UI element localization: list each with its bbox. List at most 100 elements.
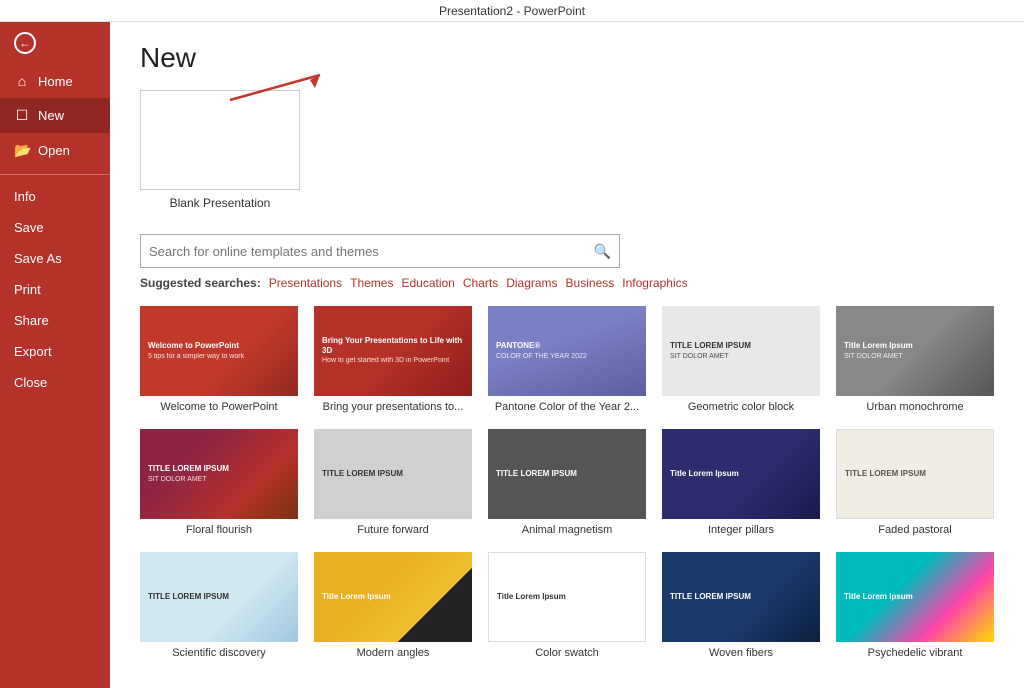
search-icon: 🔍: [594, 243, 611, 260]
template-text-top-welcome: Welcome to PowerPoint: [148, 341, 239, 351]
template-text-sub-pantone: COLOR OF THE YEAR 2022: [496, 353, 587, 361]
template-name-animal: Animal magnetism: [522, 524, 612, 536]
template-name-integer: Integer pillars: [708, 524, 774, 536]
template-thumb-woven[interactable]: TITLE LOREM IPSUM: [662, 552, 820, 642]
template-name-urban: Urban monochrome: [866, 401, 963, 413]
suggested-themes[interactable]: Themes: [350, 276, 393, 290]
template-thumb-future[interactable]: TITLE LOREM IPSUM: [314, 429, 472, 519]
template-name-modern: Modern angles: [357, 647, 430, 659]
template-name-pantone: Pantone Color of the Year 2...: [495, 401, 639, 413]
sidebar-item-close[interactable]: Close: [0, 367, 110, 398]
sidebar-item-save[interactable]: Save: [0, 212, 110, 243]
template-text-sub-welcome: 5 tips for a simpler way to work: [148, 353, 244, 361]
template-text-top-geometric: TITLE LOREM IPSUM: [670, 341, 751, 351]
back-button[interactable]: ←: [0, 22, 110, 64]
template-thumb-modern[interactable]: Title Lorem Ipsum: [314, 552, 472, 642]
template-text-top-floral: TITLE LOREM IPSUM: [148, 464, 229, 474]
suggested-education[interactable]: Education: [401, 276, 454, 290]
search-input[interactable]: [149, 244, 594, 259]
template-item-future[interactable]: TITLE LOREM IPSUM Future forward: [314, 429, 472, 536]
sidebar-text-items: Info Save Save As Print Share Export Clo…: [0, 181, 110, 398]
new-icon: ☐: [14, 107, 30, 124]
suggested-infographics[interactable]: Infographics: [622, 276, 687, 290]
template-item-3d[interactable]: Bring Your Presentations to Life with 3D…: [314, 306, 472, 413]
sidebar-item-new[interactable]: ☐ New: [0, 98, 110, 133]
template-thumb-urban[interactable]: Title Lorem IpsumSIT DOLOR AMET: [836, 306, 994, 396]
suggested-charts[interactable]: Charts: [463, 276, 498, 290]
template-text-top-pantone: PANTONE®: [496, 341, 540, 351]
template-item-scientific[interactable]: TITLE LOREM IPSUM Scientific discovery: [140, 552, 298, 659]
template-text-top-future: TITLE LOREM IPSUM: [322, 469, 403, 479]
template-thumb-animal[interactable]: TITLE LOREM IPSUM: [488, 429, 646, 519]
template-text-top-scientific: TITLE LOREM IPSUM: [148, 592, 229, 602]
template-thumb-scientific[interactable]: TITLE LOREM IPSUM: [140, 552, 298, 642]
template-text-top-integer: Title Lorem Ipsum: [670, 469, 739, 479]
sidebar-item-print[interactable]: Print: [0, 274, 110, 305]
sidebar-divider: [0, 174, 110, 175]
template-name-psychedelic: Psychedelic vibrant: [868, 647, 963, 659]
template-thumb-faded[interactable]: TITLE LOREM IPSUM: [836, 429, 994, 519]
template-name-scientific: Scientific discovery: [172, 647, 266, 659]
search-section: 🔍 Suggested searches: Presentations Them…: [140, 234, 994, 290]
template-name-floral: Floral flourish: [186, 524, 252, 536]
suggested-label: Suggested searches:: [140, 276, 261, 290]
template-text-top-3d: Bring Your Presentations to Life with 3D: [322, 336, 464, 355]
sidebar-item-save-as[interactable]: Save As: [0, 243, 110, 274]
template-thumb-psychedelic[interactable]: Title Lorem Ipsum: [836, 552, 994, 642]
sidebar-item-info[interactable]: Info: [0, 181, 110, 212]
back-icon: ←: [14, 32, 36, 54]
template-item-geometric[interactable]: TITLE LOREM IPSUM SIT DOLOR AMET Geometric…: [662, 306, 820, 413]
template-text-top-faded: TITLE LOREM IPSUM: [845, 469, 926, 479]
search-box[interactable]: 🔍: [140, 234, 620, 268]
template-item-floral[interactable]: TITLE LOREM IPSUM SIT DOLOR AMET Floral fl…: [140, 429, 298, 536]
template-thumb-3d[interactable]: Bring Your Presentations to Life with 3D…: [314, 306, 472, 396]
templates-grid: Welcome to PowerPoint 5 tips for a simple…: [140, 306, 994, 659]
template-name-swatch: Color swatch: [535, 647, 599, 659]
title-bar-text: Presentation2 - PowerPoint: [439, 4, 585, 18]
blank-presentation-label: Blank Presentation: [140, 196, 300, 210]
template-thumb-pantone[interactable]: PANTONE® COLOR OF THE YEAR 2022: [488, 306, 646, 396]
template-name-future: Future forward: [357, 524, 429, 536]
sidebar-item-home[interactable]: ⌂ Home: [0, 64, 110, 98]
template-text-sub-3d: How to get started with 3D in PowerPoint: [322, 357, 449, 365]
template-item-pantone[interactable]: PANTONE® COLOR OF THE YEAR 2022 Pantone Co…: [488, 306, 646, 413]
suggested-business[interactable]: Business: [566, 276, 615, 290]
template-thumb-geometric[interactable]: TITLE LOREM IPSUM SIT DOLOR AMET: [662, 306, 820, 396]
template-thumb-welcome[interactable]: Welcome to PowerPoint 5 tips for a simple…: [140, 306, 298, 396]
template-text-top-psychedelic: Title Lorem Ipsum: [844, 592, 913, 602]
template-text-sub-geometric: SIT DOLOR AMET: [670, 353, 729, 361]
template-thumb-swatch[interactable]: Title Lorem Ipsum: [488, 552, 646, 642]
template-thumb-integer[interactable]: Title Lorem Ipsum: [662, 429, 820, 519]
template-item-swatch[interactable]: Title Lorem Ipsum Color swatch: [488, 552, 646, 659]
template-item-modern[interactable]: Title Lorem Ipsum Modern angles: [314, 552, 472, 659]
template-item-urban[interactable]: Title Lorem IpsumSIT DOLOR AMET Urban mon…: [836, 306, 994, 413]
main-content: New Blank Presentation 🔍: [110, 22, 1024, 688]
template-item-welcome[interactable]: Welcome to PowerPoint 5 tips for a simple…: [140, 306, 298, 413]
template-item-woven[interactable]: TITLE LOREM IPSUM Woven fibers: [662, 552, 820, 659]
blank-presentation-thumb[interactable]: [140, 90, 300, 190]
suggested-searches: Suggested searches: Presentations Themes…: [140, 276, 994, 290]
template-item-integer[interactable]: Title Lorem Ipsum Integer pillars: [662, 429, 820, 536]
template-name-faded: Faded pastoral: [878, 524, 951, 536]
template-text-top-swatch: Title Lorem Ipsum: [497, 592, 566, 602]
template-item-faded[interactable]: TITLE LOREM IPSUM Faded pastoral: [836, 429, 994, 536]
template-text-top-modern: Title Lorem Ipsum: [322, 592, 391, 602]
template-name-woven: Woven fibers: [709, 647, 773, 659]
sidebar-item-export[interactable]: Export: [0, 336, 110, 367]
suggested-diagrams[interactable]: Diagrams: [506, 276, 557, 290]
template-thumb-floral[interactable]: TITLE LOREM IPSUM SIT DOLOR AMET: [140, 429, 298, 519]
template-text-top-woven: TITLE LOREM IPSUM: [670, 592, 751, 602]
template-item-animal[interactable]: TITLE LOREM IPSUM Animal magnetism: [488, 429, 646, 536]
template-text-sub-floral: SIT DOLOR AMET: [148, 476, 207, 484]
template-item-psychedelic[interactable]: Title Lorem Ipsum Psychedelic vibrant: [836, 552, 994, 659]
template-name-welcome: Welcome to PowerPoint: [160, 401, 277, 413]
sidebar-item-share[interactable]: Share: [0, 305, 110, 336]
open-icon: 📂: [14, 142, 30, 159]
sidebar: ← ⌂ Home ☐ New 📂 Open Info Save: [0, 22, 110, 688]
suggested-presentations[interactable]: Presentations: [269, 276, 342, 290]
template-text-top-animal: TITLE LOREM IPSUM: [496, 469, 577, 479]
template-name-geometric: Geometric color block: [688, 401, 794, 413]
template-text-top-urban: Title Lorem Ipsum: [844, 341, 913, 351]
sidebar-item-open[interactable]: 📂 Open: [0, 133, 110, 168]
page-title: New: [140, 42, 994, 74]
